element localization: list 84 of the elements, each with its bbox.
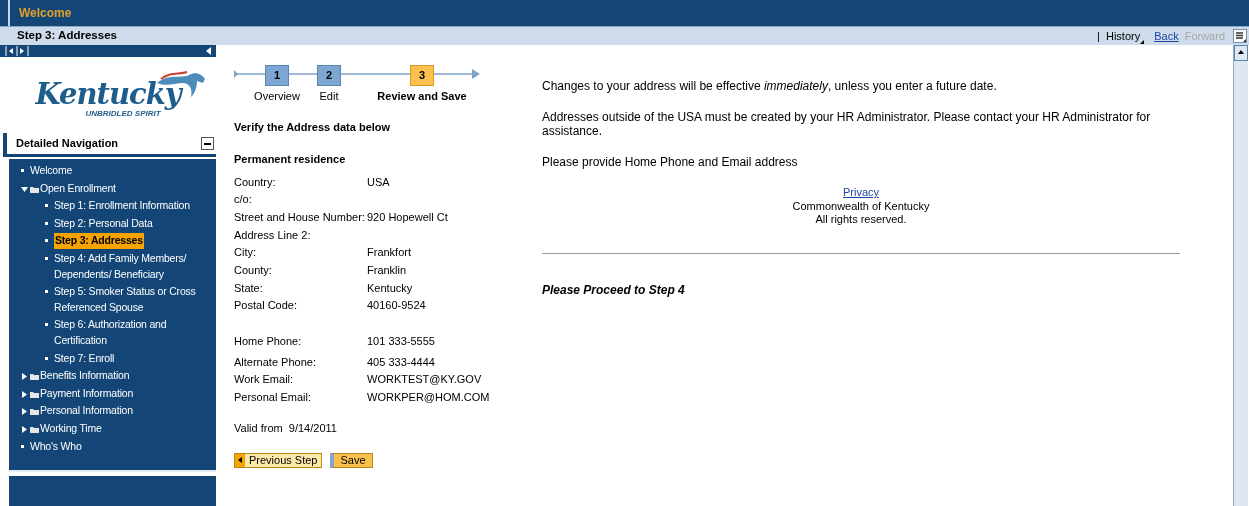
bullet-icon [45,290,48,294]
field-value: Franklin [367,263,407,279]
bullet-icon [45,356,48,360]
privacy-link[interactable]: Privacy [842,186,880,200]
step-marker[interactable]: 3 [410,65,434,86]
nav-title: Detailed Navigation [16,136,119,152]
menu-icon[interactable] [1233,29,1247,43]
pager-icon[interactable] [5,46,31,56]
field-label: Home Phone: [234,334,303,350]
field-label: Personal Email: [234,390,313,406]
nav-item[interactable]: Step 2: Personal Data [54,215,153,232]
field-value: WORKTEST@KY.GOV [367,372,482,388]
previous-step-button[interactable]: Previous Step [234,452,323,468]
folder-icon [30,185,39,193]
nav-item[interactable]: Welcome [30,163,73,179]
footer-text: All rights reserved. [815,213,907,227]
info-text: Changes to your address will be effective immediately, unless you enter a future date. [542,79,998,93]
nav-item[interactable]: Step 1: Enrollment Information [54,198,190,214]
field-label: c/o: [234,192,253,208]
field-value: USA [367,174,390,190]
bullet-icon [21,444,24,448]
field-label: City: [234,245,257,261]
caret-right-icon[interactable] [21,408,28,416]
step-label: Edit [319,89,339,104]
bullet-icon [21,169,24,172]
field-label: Country: [234,174,277,190]
info-text: Addresses outside of the USA must be created by your HR Administrator. Please contact your HR Administrator for assistance. [542,110,1152,138]
step-marker[interactable]: 1 [265,65,289,86]
nav-item[interactable]: Step 7: Enroll [54,350,115,367]
bullet-icon [45,256,48,260]
nav-item[interactable]: Who's Who [30,438,82,455]
separator: | [1097,28,1100,44]
step-label: Overview [254,89,300,104]
bullet-icon [45,221,48,225]
field-value: 40160-9524 [367,298,426,314]
bullet-icon [45,204,48,208]
caret-right-icon[interactable] [21,390,28,398]
dropdown-corner-icon [1140,40,1145,45]
nav-item[interactable]: Step 6: Authorization and Certification [54,317,212,349]
logo-tagline: UNBRIDLED SPIRIT [85,108,161,118]
step-label: Review and Save [377,89,467,104]
proceed-message: Please Proceed to Step 4 [542,281,686,299]
field-value: 405 333-4444 [367,354,435,370]
field-value: WORKPER@HOM.COM [367,390,490,406]
field-value: 101 333-5555 [367,334,435,350]
field-value: Kentucky [367,280,413,296]
field-label: Postal Code: [234,298,298,314]
field-label: Address Line 2: [234,227,312,243]
field-value: Frankfort [367,245,411,261]
nav-item[interactable]: Open Enrollment [40,180,116,197]
caret-down-icon[interactable] [21,185,28,193]
field-label: Work Email: [234,372,295,388]
history-menu[interactable]: History [1105,27,1145,45]
save-button[interactable]: Save [330,452,373,468]
caret-right-icon[interactable] [21,373,28,381]
section-title: Permanent residence [234,151,347,167]
collapse-button[interactable] [201,137,214,150]
field-label: Alternate Phone: [234,354,317,370]
scroll-up-icon[interactable] [1234,45,1248,61]
logo-wordmark: Kentucky [35,78,181,109]
footer-text: Commonwealth of Kentucky [792,199,930,213]
nav-item[interactable]: Step 4: Add Family Members/ Dependents/ Beneficiary [54,250,212,283]
field-label: State: [234,280,264,296]
top-bar-title[interactable]: Welcome [19,4,72,22]
nav-item[interactable]: Step 3: Addresses [54,233,144,249]
bullet-icon [45,239,48,243]
collapse-arrow-icon[interactable] [206,47,211,55]
nav-item[interactable]: Working Time [40,420,102,437]
back-link[interactable]: Back [1154,27,1179,45]
field-label: County: [234,263,273,279]
info-text: Please provide Home Phone and Email address [542,155,799,169]
nav-item[interactable]: Benefits Information [40,368,130,384]
field-label: Street and House Number: [234,209,366,225]
field-value: 920 Hopewell Ct [367,209,448,225]
bullet-icon [45,323,48,327]
caret-right-icon[interactable] [21,425,28,433]
step-marker[interactable]: 2 [317,65,341,86]
nav-item[interactable]: Personal Information [40,403,133,419]
valid-from: Valid from 9/14/2011 [234,421,338,437]
page-title: Step 3: Addresses [17,28,117,44]
form-heading: Verify the Address data below [234,120,392,135]
nav-item[interactable]: Step 5: Smoker Status or Cross Referenced Spouse [54,284,212,316]
nav-item[interactable]: Payment Information [40,385,134,402]
arrow-left-icon [238,457,242,464]
